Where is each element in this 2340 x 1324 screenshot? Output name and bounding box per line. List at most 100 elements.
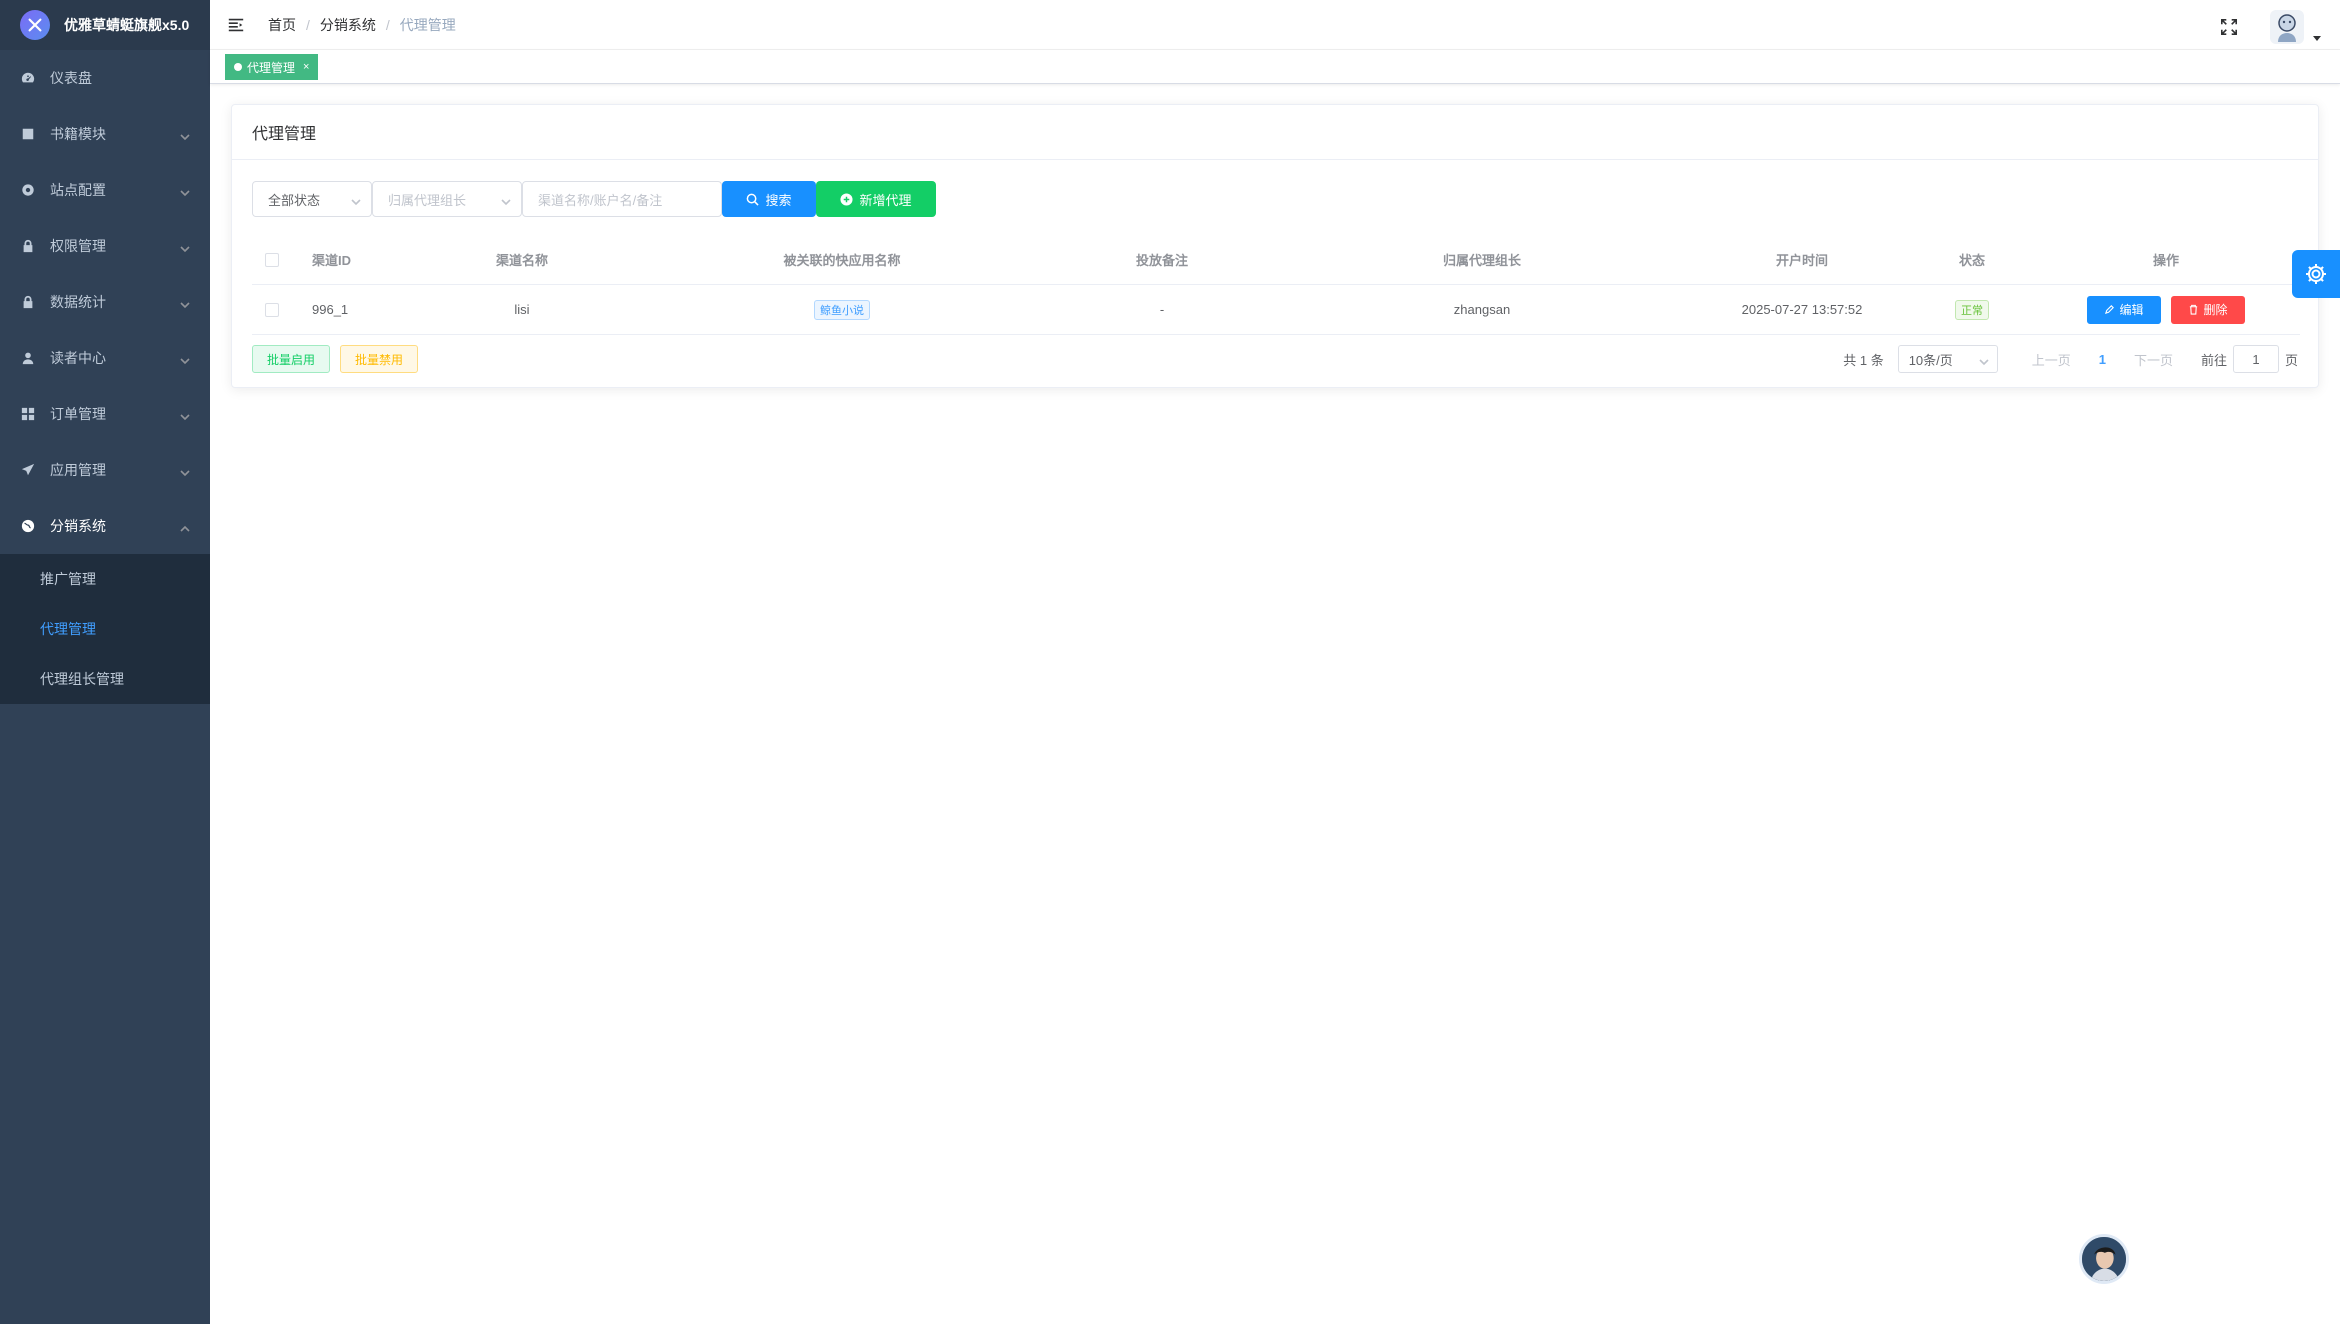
sidebar-item-site-config[interactable]: 站点配置 — [0, 162, 210, 218]
edit-icon — [2105, 305, 2115, 315]
table-row: 996_1 lisi 鲸鱼小说 - zhangsan 2025-07-27 13… — [252, 285, 2300, 335]
plus-circle-icon — [840, 192, 854, 206]
breadcrumb-parent[interactable]: 分销系统 — [320, 15, 376, 35]
sidebar-item-apps[interactable]: 应用管理 — [0, 442, 210, 498]
sidebar-subitem-agent-leaders[interactable]: 代理组长管理 — [0, 654, 210, 704]
chevron-down-icon — [180, 353, 190, 365]
header-operations: 操作 — [2152, 253, 2179, 268]
tags-view: 代理管理 × — [210, 50, 2340, 84]
cell-channel-id: 996_1 — [312, 302, 349, 317]
sidebar-item-books[interactable]: 书籍模块 — [0, 106, 210, 162]
page-size-select[interactable]: 10条/页 — [1897, 345, 1998, 373]
header-channel-id: 渠道ID — [312, 253, 352, 268]
sidebar-item-label: 读者中心 — [50, 350, 106, 366]
chevron-down-icon — [1979, 355, 1989, 366]
sidebar-item-orders[interactable]: 订单管理 — [0, 386, 210, 442]
delete-button[interactable]: 删除 — [2171, 295, 2245, 324]
site-config-icon — [20, 182, 36, 198]
sidebar-item-label: 应用管理 — [50, 462, 106, 478]
chevron-down-icon — [180, 297, 190, 309]
sidebar-item-label: 订单管理 — [50, 406, 106, 422]
breadcrumb-separator: / — [306, 16, 310, 33]
chevron-up-icon — [180, 521, 190, 532]
select-all-checkbox[interactable] — [265, 252, 279, 267]
chevron-down-icon — [180, 409, 190, 421]
lock-icon — [20, 238, 36, 254]
cell-operations: 编辑 删除 — [2032, 295, 2300, 324]
status-badge: 正常 — [1955, 299, 1989, 320]
active-dot-icon — [234, 63, 242, 71]
logo-area[interactable]: 优雅草蜻蜓旗舰x5.0 — [0, 0, 210, 50]
search-input[interactable]: 渠道名称/账户名/备注 — [522, 181, 722, 217]
chevron-down-icon — [180, 241, 190, 253]
agent-table: 渠道ID 渠道名称 被关联的快应用名称 投放备注 归属代理组长 开户时间 状态 … — [252, 235, 2300, 335]
pagination-total: 共 1 条 — [1843, 352, 1884, 368]
sidebar-item-label: 仪表盘 — [50, 70, 92, 86]
table-header-row: 渠道ID 渠道名称 被关联的快应用名称 投放备注 归属代理组长 开户时间 状态 … — [252, 235, 2300, 285]
status-select[interactable]: 全部状态 — [252, 181, 372, 217]
header-leader: 归属代理组长 — [1442, 253, 1521, 268]
sidebar-item-label: 书籍模块 — [50, 126, 106, 142]
filter-bar: 全部状态 归属代理组长 渠道名称/账户名/备注 搜索 新增代理 — [252, 181, 936, 217]
leader-select-placeholder: 归属代理组长 — [388, 192, 467, 208]
sidebar-subitem-promotion[interactable]: 推广管理 — [0, 554, 210, 604]
chevron-down-icon — [180, 129, 190, 141]
app-title: 优雅草蜻蜓旗舰x5.0 — [64, 17, 190, 33]
goto-suffix: 页 — [2284, 352, 2298, 368]
agent-management-card: 代理管理 全部状态 归属代理组长 渠道名称/账户名/备注 搜索 新增代理 渠道I… — [231, 104, 2319, 388]
user-avatar[interactable] — [2270, 10, 2304, 44]
edit-button[interactable]: 编辑 — [2087, 295, 2161, 324]
prev-page-button[interactable]: 上一页 — [2032, 350, 2071, 369]
goto-label: 前往 — [2200, 352, 2227, 368]
goto-page-input[interactable]: 1 — [2232, 345, 2279, 373]
batch-actions: 批量启用 批量禁用 — [252, 345, 419, 373]
caret-down-icon[interactable] — [2312, 30, 2322, 41]
hamburger-icon[interactable] — [226, 15, 246, 35]
sidebar-item-readers[interactable]: 读者中心 — [0, 330, 210, 386]
sidebar-item-distribution[interactable]: 分销系统 — [0, 498, 210, 554]
batch-enable-button[interactable]: 批量启用 — [252, 345, 331, 373]
search-button-label: 搜索 — [765, 192, 792, 208]
support-chat-avatar[interactable] — [2079, 1234, 2129, 1284]
fullscreen-icon[interactable] — [2218, 16, 2240, 38]
edit-button-label: 编辑 — [2119, 303, 2144, 317]
user-icon — [20, 350, 36, 366]
next-page-button[interactable]: 下一页 — [2134, 350, 2173, 369]
add-agent-button[interactable]: 新增代理 — [816, 181, 936, 217]
status-select-value: 全部状态 — [268, 192, 321, 208]
breadcrumb-separator: / — [385, 16, 390, 33]
breadcrumb-home[interactable]: 首页 — [268, 15, 296, 35]
row-select-cell — [252, 302, 292, 317]
chevron-down-icon — [180, 465, 190, 477]
cell-channel-name: lisi — [514, 302, 530, 317]
sidebar-item-dashboard[interactable]: 仪表盘 — [0, 50, 210, 106]
row-checkbox[interactable] — [265, 302, 279, 317]
top-navbar: 首页 / 分销系统 / 代理管理 — [210, 0, 2340, 50]
cell-linked-app: 鲸鱼小说 — [632, 299, 1052, 320]
delete-button-label: 删除 — [2203, 303, 2228, 317]
chevron-down-icon — [501, 195, 511, 206]
add-button-label: 新增代理 — [859, 192, 912, 208]
sidebar-item-statistics[interactable]: 数据统计 — [0, 274, 210, 330]
app-tag: 鲸鱼小说 — [814, 299, 870, 320]
header-open-time: 开户时间 — [1775, 253, 1828, 268]
sidebar-subitem-agents[interactable]: 代理管理 — [0, 604, 210, 654]
breadcrumb-current: 代理管理 — [399, 16, 456, 33]
tab-label: 代理管理 — [247, 60, 296, 75]
close-icon[interactable]: × — [303, 61, 309, 73]
logo-icon — [20, 10, 50, 40]
settings-button[interactable] — [2292, 250, 2340, 298]
sidebar-item-permissions[interactable]: 权限管理 — [0, 218, 210, 274]
sidebar-item-label: 权限管理 — [50, 238, 106, 254]
pagination: 共 1 条 10条/页 上一页 1 下一页 前往 1 页 — [1843, 345, 2298, 373]
navbar-right — [2218, 10, 2322, 44]
tab-agent-management[interactable]: 代理管理 × — [225, 54, 319, 80]
batch-disable-button[interactable]: 批量禁用 — [340, 345, 419, 373]
sidebar-item-label: 站点配置 — [50, 182, 106, 198]
leader-select[interactable]: 归属代理组长 — [372, 181, 522, 217]
search-button[interactable]: 搜索 — [722, 181, 816, 217]
sidebar: 优雅草蜻蜓旗舰x5.0 仪表盘 书籍模块 站点配置 权限管理 数据统计 读者中心… — [0, 0, 210, 1324]
cell-status: 正常 — [1912, 299, 2032, 320]
page-number-current[interactable]: 1 — [2099, 352, 2106, 367]
cell-leader: zhangsan — [1453, 302, 1511, 317]
